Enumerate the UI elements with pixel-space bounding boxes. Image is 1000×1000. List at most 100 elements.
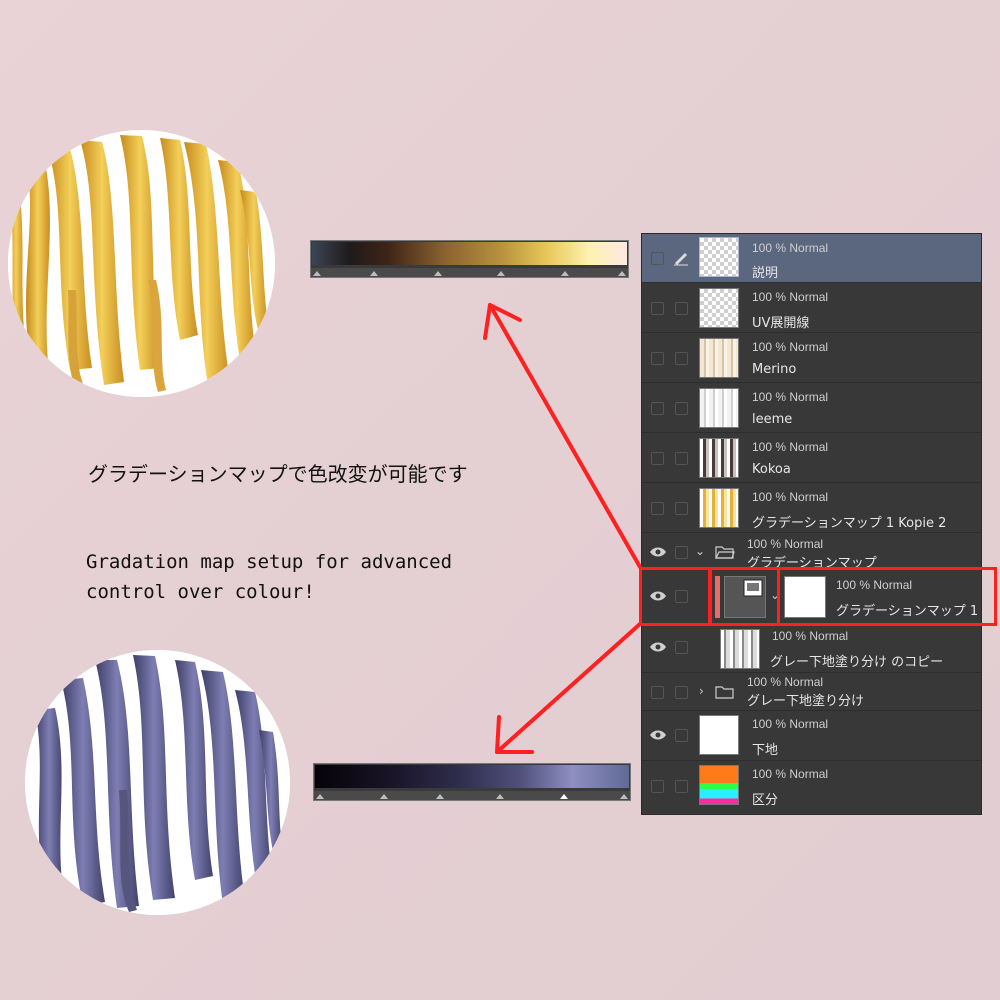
layer-row-merino[interactable]: 100 % Normal Merino [642, 334, 981, 383]
purple-hair-image [25, 650, 290, 915]
lock-toggle[interactable] [675, 502, 688, 515]
layer-blend-mode: 100 % Normal [752, 241, 829, 255]
lock-toggle[interactable] [675, 686, 688, 699]
layer-blend-mode: 100 % Normal [752, 440, 829, 454]
arrowhead-down [495, 715, 534, 754]
layer-thumbnail [699, 288, 739, 328]
layer-row-setsumei[interactable]: 100 % Normal 説明 [642, 234, 981, 283]
layer-row-gray-copy[interactable]: 100 % Normal グレー下地塗り分け のコピー [642, 625, 981, 673]
gradient-stop-handle[interactable] [436, 794, 445, 799]
highlight-layer-box [777, 567, 997, 626]
gradient-stop-handle[interactable] [379, 794, 388, 799]
caption-english-line1: Gradation map setup for advanced [86, 551, 453, 573]
gold-gradient-stops [311, 268, 628, 277]
caption-english-line2: control over colour! [86, 581, 315, 603]
gold-hair-preview [8, 130, 275, 397]
gradient-stop-handle[interactable] [559, 794, 568, 799]
gradient-stop-handle[interactable] [370, 271, 379, 276]
layer-folder-gray[interactable]: › 100 % Normal グレー下地塗り分け [642, 673, 981, 711]
visibility-toggle[interactable] [651, 502, 664, 515]
layer-thumbnail [699, 237, 739, 277]
layer-blend-mode: 100 % Normal [772, 629, 849, 643]
gold-hair-image [8, 130, 275, 397]
visibility-toggle[interactable] [651, 780, 664, 793]
gradient-stop-handle[interactable] [433, 271, 442, 276]
layer-blend-mode: 100 % Normal [752, 340, 829, 354]
layer-name: 下地 [752, 743, 779, 758]
visibility-toggle[interactable] [651, 252, 664, 265]
lock-toggle[interactable] [675, 729, 688, 742]
lock-toggle[interactable] [675, 452, 688, 465]
lock-toggle[interactable] [675, 402, 688, 415]
gradient-stop-handle[interactable] [497, 271, 506, 276]
purple-gradient-stops [314, 791, 630, 800]
layer-thumbnail [699, 438, 739, 478]
layer-row-uv[interactable]: 100 % Normal UV展開線 [642, 284, 981, 333]
visibility-toggle[interactable] [651, 452, 664, 465]
chevron-down-icon[interactable]: ⌄ [695, 544, 705, 558]
layer-row-shitaji[interactable]: 100 % Normal 下地 [642, 711, 981, 761]
layer-row-gradmap-copy[interactable]: 100 % Normal グラデーションマップ 1 Kopie 2 [642, 484, 981, 533]
arrow-to-purple-gradient [495, 622, 642, 754]
layer-blend-mode: 100 % Normal [752, 767, 829, 781]
folder-open-icon [715, 546, 735, 559]
layer-name: グラデーションマップ 1 Kopie 2 [752, 516, 947, 531]
purple-hair-preview [25, 650, 290, 915]
visibility-toggle[interactable] [651, 352, 664, 365]
highlight-eye-box [639, 567, 712, 626]
eye-icon[interactable] [649, 641, 667, 653]
layer-row-kubun[interactable]: 100 % Normal 区分 [642, 761, 981, 813]
eye-icon[interactable] [649, 546, 667, 558]
layer-name: 区分 [752, 793, 779, 808]
layer-blend-mode: 100 % Normal [747, 675, 824, 689]
gold-gradient-bar[interactable] [310, 240, 629, 278]
folder-icon [715, 686, 734, 699]
lock-toggle[interactable] [675, 641, 688, 654]
gradient-stop-handle[interactable] [496, 794, 505, 799]
layer-blend-mode: 100 % Normal [752, 717, 829, 731]
layer-name: leeme [752, 412, 793, 427]
layer-thumbnail [699, 388, 739, 428]
layer-name: 説明 [752, 266, 779, 281]
lock-toggle[interactable] [675, 546, 688, 559]
arrowhead-up [483, 303, 522, 340]
layer-thumbnail [720, 629, 760, 669]
purple-gradient-strip [315, 765, 629, 788]
layer-panel: 100 % Normal 説明 100 % Normal UV展開線 100 %… [641, 233, 982, 815]
purple-gradient-bar[interactable] [313, 763, 631, 801]
layer-thumbnail [699, 715, 739, 755]
gradient-stop-handle[interactable] [313, 271, 322, 276]
layer-name: UV展開線 [752, 316, 810, 331]
layer-blend-mode: 100 % Normal [752, 490, 829, 504]
visibility-toggle[interactable] [651, 302, 664, 315]
layer-name: Merino [752, 362, 797, 377]
layer-name: Kokoa [752, 462, 791, 477]
caption-japanese: グラデーションマップで色改変が可能です [88, 462, 468, 486]
lock-toggle[interactable] [675, 302, 688, 315]
layer-folder-gradmap[interactable]: ⌄ 100 % Normal グラデーションマップ [642, 534, 981, 571]
gradient-stop-handle[interactable] [617, 271, 626, 276]
highlight-thumbnail-box [708, 567, 780, 626]
visibility-toggle[interactable] [651, 686, 664, 699]
layer-blend-mode: 100 % Normal [752, 290, 829, 304]
layer-row-leeme[interactable]: 100 % Normal leeme [642, 384, 981, 433]
layer-thumbnail [699, 488, 739, 528]
gradient-stop-handle[interactable] [619, 794, 628, 799]
gradient-stop-handle[interactable] [316, 794, 325, 799]
lock-toggle[interactable] [675, 780, 688, 793]
layer-name: グレー下地塗り分け [747, 694, 865, 709]
chevron-right-icon[interactable]: › [699, 684, 704, 698]
visibility-toggle[interactable] [651, 402, 664, 415]
gradient-stop-handle[interactable] [560, 271, 569, 276]
layer-blend-mode: 100 % Normal [747, 537, 824, 551]
layer-name: グレー下地塗り分け のコピー [770, 655, 944, 670]
layer-blend-mode: 100 % Normal [752, 390, 829, 404]
arrow-to-gold-gradient [488, 303, 642, 569]
layer-thumbnail [699, 338, 739, 378]
layer-row-kokoa[interactable]: 100 % Normal Kokoa [642, 434, 981, 483]
pen-icon [674, 253, 688, 266]
lock-toggle[interactable] [675, 352, 688, 365]
gold-gradient-strip [312, 242, 627, 265]
eye-icon[interactable] [649, 729, 667, 741]
layer-thumbnail [699, 765, 739, 805]
